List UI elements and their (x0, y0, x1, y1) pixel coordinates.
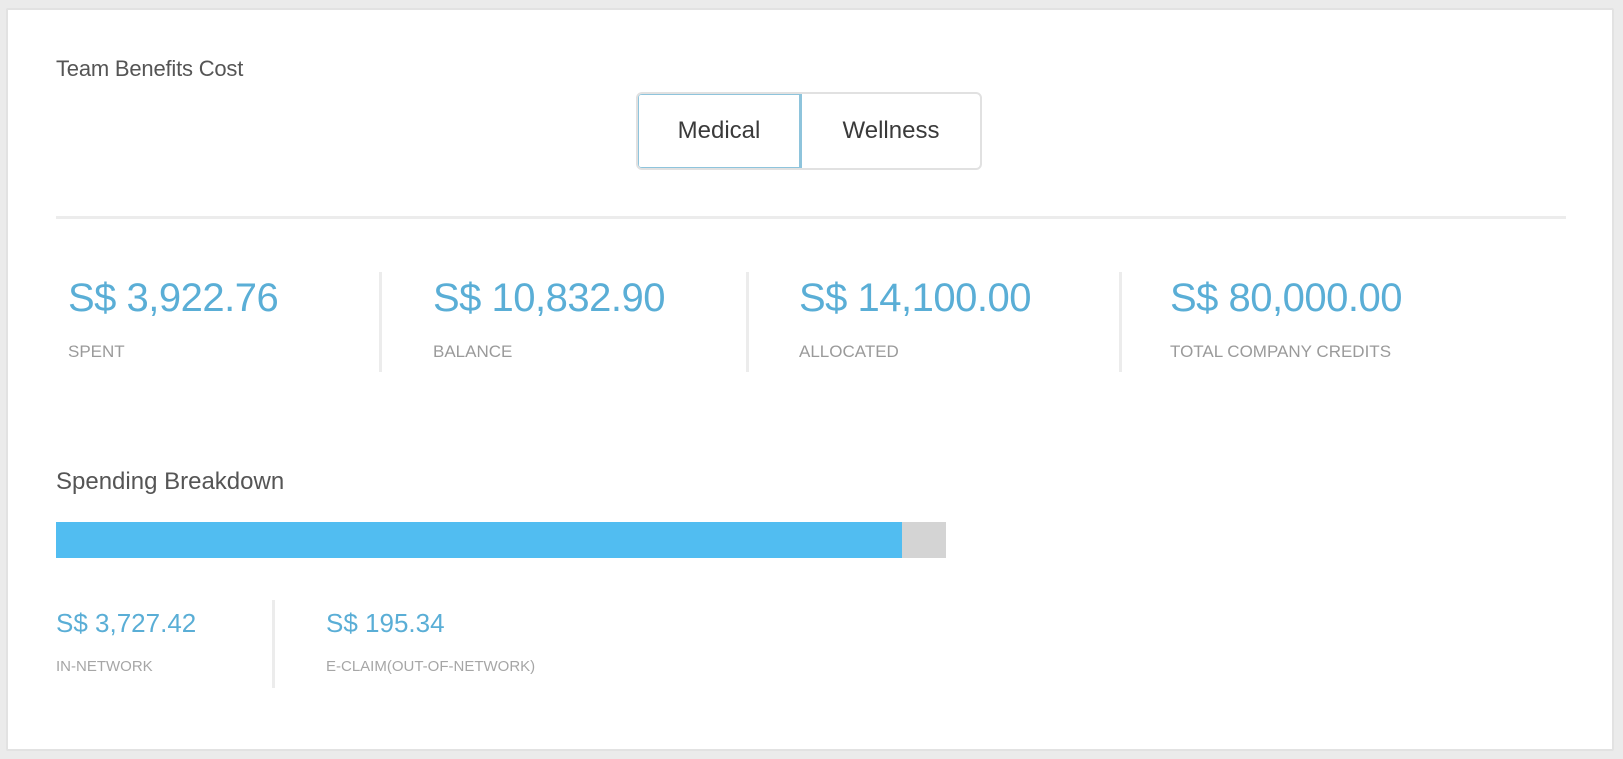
breakdown-amount: S$ 195.34 (326, 608, 445, 638)
spending-progress-fill (56, 522, 902, 558)
stat-amount: S$ 14,100.00 (799, 276, 1032, 320)
wellness-toggle-button[interactable]: Wellness (802, 94, 980, 168)
stat-amount: S$ 3,922.76 (68, 276, 279, 320)
stat-divider (1119, 272, 1122, 372)
breakdown-amount: S$ 3,727.42 (56, 608, 197, 638)
stat-label: TOTAL COMPANY CREDITS (1170, 342, 1392, 361)
spending-breakdown-title: Spending Breakdown (56, 468, 285, 495)
medical-toggle-button[interactable]: Medical (638, 94, 802, 168)
stat-divider (746, 272, 749, 372)
breakdown-label: E-CLAIM(OUT-OF-NETWORK) (326, 658, 536, 675)
stat-allocated: S$ 14,100.00 ALLOCATED (787, 272, 1147, 372)
breakdown-divider (272, 600, 275, 688)
card-title: Team Benefits Cost (56, 56, 244, 81)
team-benefits-card: Team Benefits Cost Medical Wellness S$ 3… (6, 8, 1614, 751)
spending-progress-bar (56, 522, 946, 558)
breakdown-label: IN-NETWORK (56, 658, 153, 675)
stat-amount: S$ 80,000.00 (1170, 276, 1403, 320)
stat-label: BALANCE (433, 342, 513, 361)
stat-label: ALLOCATED (799, 342, 899, 361)
stat-balance: S$ 10,832.90 BALANCE (421, 272, 781, 372)
stat-spent: S$ 3,922.76 SPENT (56, 272, 416, 372)
stat-divider (379, 272, 382, 372)
section-divider (56, 216, 1566, 219)
spending-breakdown: S$ 3,727.42 IN-NETWORK S$ 195.34 E-CLAIM… (56, 600, 756, 690)
stat-total-company-credits: S$ 80,000.00 TOTAL COMPANY CREDITS (1158, 272, 1558, 372)
stat-amount: S$ 10,832.90 (433, 276, 666, 320)
benefit-type-toggle: Medical Wellness (636, 92, 982, 170)
cost-summary-stats: S$ 3,922.76 SPENT S$ 10,832.90 BALANCE S… (56, 272, 1566, 372)
stat-label: SPENT (68, 342, 125, 361)
